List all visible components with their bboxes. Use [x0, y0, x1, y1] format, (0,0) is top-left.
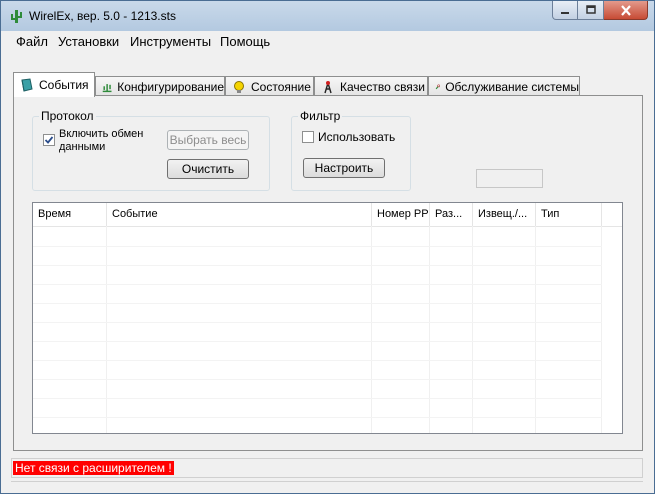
- window-controls: [552, 1, 648, 21]
- cactus-app-icon: [11, 10, 22, 23]
- indicator-box: [476, 169, 543, 188]
- menu-file[interactable]: Файл: [16, 34, 48, 49]
- row-divider: [33, 341, 602, 342]
- enable-exchange-line2: данными: [59, 141, 106, 153]
- row-divider: [33, 417, 602, 418]
- app-window: WirelEx, вер. 5.0 - 1213.sts Файл Устано…: [0, 0, 655, 494]
- enable-exchange-line1: Включить обмен: [59, 128, 144, 140]
- wrench-icon: [435, 83, 441, 89]
- filter-group: Фильтр Использовать Настроить: [291, 109, 411, 191]
- configure-filter-button[interactable]: Настроить: [303, 158, 385, 178]
- minimize-icon: [561, 12, 569, 14]
- column-divider: [535, 226, 536, 433]
- close-icon: [620, 4, 631, 16]
- tab-label: Конфигурирование: [117, 79, 224, 94]
- maximize-icon: [585, 5, 596, 14]
- checkmark-icon: [44, 136, 54, 144]
- plant-icon: [102, 83, 112, 92]
- status-bar: Нет связи с расширителем !: [11, 458, 643, 478]
- minimize-button[interactable]: [552, 1, 578, 20]
- use-filter-checkbox[interactable]: [302, 131, 314, 143]
- events-panel: Протокол Включить обмен данными Выбрать …: [13, 95, 643, 451]
- book-icon: [21, 78, 33, 92]
- row-divider: [33, 360, 602, 361]
- tab-label: Состояние: [251, 79, 311, 94]
- title-bar[interactable]: WirelEx, вер. 5.0 - 1213.sts: [1, 1, 654, 31]
- protocol-group-label: Протокол: [39, 109, 96, 123]
- column-divider: [371, 226, 372, 433]
- row-divider: [33, 398, 602, 399]
- menu-settings[interactable]: Установки: [58, 34, 119, 49]
- events-table[interactable]: Время Событие Номер РР Раз... Извещ./...…: [32, 202, 623, 434]
- column-divider: [601, 226, 602, 433]
- enable-exchange-checkbox[interactable]: [43, 134, 55, 146]
- row-divider: [33, 265, 602, 266]
- column-header-section[interactable]: Раз...: [430, 203, 473, 226]
- row-divider: [33, 284, 602, 285]
- enable-exchange-label: Включить обмен данными: [59, 128, 143, 154]
- column-header-event[interactable]: Событие: [107, 203, 372, 226]
- tab-status[interactable]: Состояние: [225, 76, 314, 96]
- bulb-icon: [234, 80, 244, 93]
- column-divider: [472, 226, 473, 433]
- row-divider: [33, 322, 602, 323]
- connection-status-message: Нет связи с расширителем !: [13, 461, 174, 475]
- menu-bar: Файл Установки Инструменты Помощь: [8, 32, 648, 51]
- clear-button[interactable]: Очистить: [167, 159, 249, 179]
- tab-events[interactable]: События: [13, 72, 95, 97]
- tab-label: События: [39, 78, 89, 92]
- use-filter-label: Использовать: [318, 130, 396, 144]
- tab-label: Обслуживание системы: [445, 79, 579, 94]
- row-divider: [33, 303, 602, 304]
- row-divider: [33, 379, 602, 380]
- column-header-rr-number[interactable]: Номер РР: [372, 203, 430, 226]
- bottom-strip: [11, 481, 643, 488]
- column-header-time[interactable]: Время: [33, 203, 107, 226]
- antenna-icon: [324, 80, 332, 93]
- table-header: Время Событие Номер РР Раз... Извещ./...…: [33, 203, 622, 227]
- menu-tools[interactable]: Инструменты: [130, 34, 211, 49]
- tab-system-maintenance[interactable]: Обслуживание системы: [428, 76, 580, 96]
- column-header-type[interactable]: Тип: [536, 203, 602, 226]
- menu-help[interactable]: Помощь: [220, 34, 270, 49]
- select-all-button[interactable]: Выбрать весь: [167, 130, 249, 150]
- tab-link-quality[interactable]: Качество связи: [314, 76, 428, 96]
- filter-group-label: Фильтр: [298, 109, 343, 123]
- tab-configuration[interactable]: Конфигурирование: [95, 76, 225, 96]
- tab-label: Качество связи: [340, 79, 426, 94]
- window-title: WirelEx, вер. 5.0 - 1213.sts: [29, 9, 176, 23]
- column-divider: [106, 226, 107, 433]
- column-header-notification[interactable]: Извещ./...: [473, 203, 536, 226]
- row-divider: [33, 246, 602, 247]
- close-button[interactable]: [604, 1, 648, 20]
- column-divider: [429, 226, 430, 433]
- protocol-group: Протокол Включить обмен данными Выбрать …: [32, 109, 270, 191]
- maximize-button[interactable]: [578, 1, 604, 20]
